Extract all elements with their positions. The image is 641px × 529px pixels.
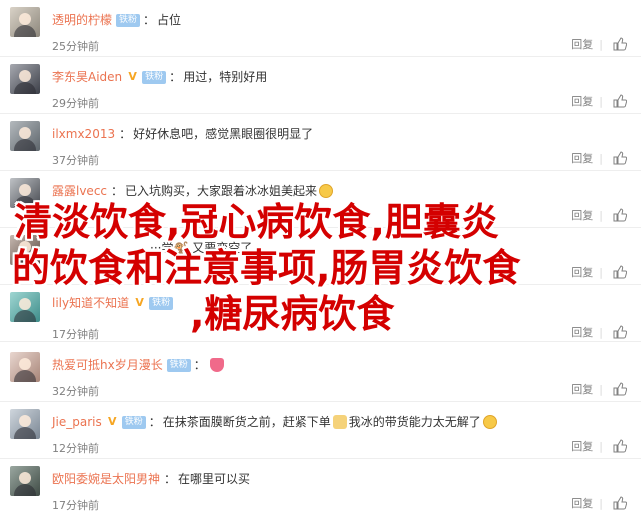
smile-emoji-icon: [482, 415, 497, 429]
thumbs-up-icon[interactable]: [613, 94, 627, 108]
fan-badge: 铁粉: [121, 415, 146, 429]
reply-button[interactable]: 回复: [571, 93, 593, 109]
comment-item: 热爱可抵hx岁月漫长 铁粉 ： 32分钟前 回复 |: [0, 345, 641, 402]
divider: |: [599, 382, 603, 396]
comment-text: 在哪里可以买: [178, 472, 251, 486]
timestamp: 32分钟前: [52, 385, 99, 398]
comment-text: 占位: [157, 13, 182, 27]
colon-separator: ：: [193, 358, 206, 372]
thumbs-up-icon[interactable]: [613, 382, 627, 396]
comment-item: Jie_paris V 铁粉 ： 在抹茶面膜断货之前，赶紧下单 我冰的带货能力太…: [0, 402, 641, 459]
fan-badge: 铁粉: [116, 13, 141, 27]
timestamp: 29分钟前: [52, 97, 99, 110]
timestamp: 37分钟前: [52, 154, 99, 167]
thumbs-up-icon[interactable]: [613, 496, 627, 510]
divider: |: [599, 94, 603, 108]
timestamp: 12分钟前: [52, 442, 99, 455]
reply-button[interactable]: 回复: [571, 438, 593, 454]
cat-emoji-icon: [332, 415, 347, 429]
headline-line-1: 清淡饮食,冠心病饮食,胆囊炎: [14, 200, 499, 244]
comment-text: 在抹茶面膜断货之前，赶紧下单: [162, 415, 331, 429]
timestamp: 25分钟前: [52, 40, 99, 53]
comment-text-continued: 我冰的带货能力太无解了: [348, 415, 481, 429]
avatar[interactable]: [10, 121, 40, 151]
heart-emoji-icon: [209, 358, 224, 372]
divider: |: [599, 496, 603, 510]
reply-button[interactable]: 回复: [571, 36, 593, 52]
divider: |: [599, 37, 603, 51]
avatar[interactable]: [10, 7, 40, 37]
comment-text: 用过，特别好用: [183, 70, 268, 84]
reply-button[interactable]: 回复: [571, 150, 593, 166]
avatar[interactable]: [10, 64, 40, 94]
comment-item: ilxmx2013 ： 好好休息吧，感觉黑眼圈很明显了 37分钟前 回复 |: [0, 114, 641, 171]
thumbs-up-icon[interactable]: [613, 439, 627, 453]
username[interactable]: 透明的柠檬: [52, 11, 112, 29]
thumbs-up-icon[interactable]: [613, 151, 627, 165]
verified-v-icon: V: [128, 70, 137, 83]
headline-overlay: 清淡饮食,冠心病饮食,胆囊炎 的饮食和注意事项,肠胃炎饮食 ,糖尿病饮食: [0, 196, 641, 346]
comment-item: 透明的柠檬 铁粉 ： 占位 25分钟前 回复 |: [0, 0, 641, 57]
fan-badge: 铁粉: [166, 358, 191, 372]
headline-line-2: 的饮食和注意事项,肠胃炎饮食: [12, 246, 521, 290]
colon-separator: ：: [119, 127, 132, 141]
reply-button[interactable]: 回复: [571, 381, 593, 397]
thumbs-up-icon[interactable]: [613, 37, 627, 51]
headline-line-3: ,糖尿病饮食: [190, 292, 395, 336]
avatar[interactable]: [10, 409, 40, 439]
username[interactable]: 热爱可抵hx岁月漫长: [52, 356, 163, 374]
username[interactable]: Jie_paris: [52, 413, 102, 431]
divider: |: [599, 151, 603, 165]
colon-separator: ：: [143, 13, 156, 27]
verified-v-icon: V: [107, 415, 117, 428]
fan-badge: 铁粉: [142, 70, 167, 84]
avatar[interactable]: [10, 352, 40, 382]
reply-button[interactable]: 回复: [571, 495, 593, 511]
username[interactable]: 李东昊Aiden: [52, 68, 122, 86]
avatar[interactable]: [10, 466, 40, 496]
comment-text: 好好休息吧，感觉黑眼圈很明显了: [133, 127, 314, 141]
timestamp: 17分钟前: [52, 499, 99, 512]
colon-separator: ：: [169, 70, 182, 84]
comment-item: 欧阳委婉是太阳男神 ： 在哪里可以买 17分钟前 回复 |: [0, 459, 641, 529]
colon-separator: ：: [148, 415, 161, 429]
comment-item: 李东昊Aiden V 铁粉 ： 用过，特别好用 29分钟前 回复 |: [0, 57, 641, 114]
username[interactable]: 欧阳委婉是太阳男神: [52, 470, 160, 488]
username[interactable]: ilxmx2013: [52, 125, 115, 143]
colon-separator: ：: [164, 472, 177, 486]
divider: |: [599, 439, 603, 453]
